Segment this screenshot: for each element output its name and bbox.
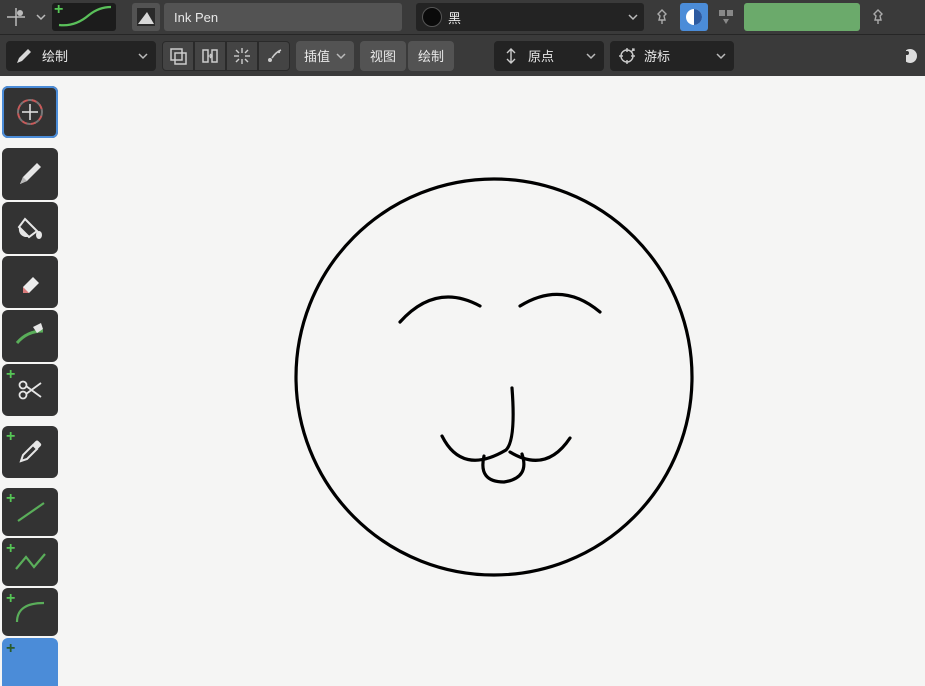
interaction-mode-label: 绘制 xyxy=(42,46,68,65)
pivot-icon xyxy=(502,47,520,65)
stroke-direction-button[interactable] xyxy=(226,41,258,71)
tool-polyline[interactable]: + xyxy=(2,538,58,586)
tool-tint[interactable] xyxy=(2,310,58,362)
cursor-3d-icon xyxy=(13,95,47,129)
layers-icon xyxy=(168,46,188,66)
pin-icon xyxy=(653,8,671,26)
tool-curve[interactable]: + xyxy=(2,638,58,686)
orientation-label: 游标 xyxy=(644,46,670,65)
tool-sidebar: + + + + + + xyxy=(2,86,58,686)
header-trailing xyxy=(898,3,916,31)
plus-icon: + xyxy=(54,1,63,19)
scissors-icon xyxy=(15,375,45,405)
chevron-down-icon xyxy=(36,12,46,22)
brush-stroke-preview[interactable]: + xyxy=(52,3,116,31)
stroke-placement-icon xyxy=(5,6,27,28)
fill-bucket-icon xyxy=(15,213,45,243)
menu-view-button[interactable]: 视图 xyxy=(360,41,406,71)
tool-line[interactable]: + xyxy=(2,488,58,536)
drawing-face xyxy=(296,179,692,575)
pivot-selector[interactable]: 原点 xyxy=(494,41,604,71)
header-bar-1: + Ink Pen 黑 xyxy=(0,0,925,34)
guides-button[interactable] xyxy=(258,41,290,71)
interpolate-label: 插值 xyxy=(304,46,330,65)
chevron-down-icon xyxy=(336,51,346,61)
eraser-icon xyxy=(15,267,45,297)
interpolate-dropdown[interactable]: 插值 xyxy=(296,41,354,71)
chevron-down-icon xyxy=(586,51,596,61)
pin-color-button[interactable] xyxy=(864,3,892,31)
canvas-viewport[interactable] xyxy=(0,76,925,647)
plus-icon: + xyxy=(6,366,15,384)
tool-cursor[interactable] xyxy=(2,86,58,138)
orientation-selector[interactable]: 游标 xyxy=(610,41,734,71)
tool-arc[interactable]: + xyxy=(2,588,58,636)
material-swatch-icon xyxy=(422,7,442,27)
canvas-option-buttons xyxy=(162,41,290,71)
pin-material-button[interactable] xyxy=(648,3,676,31)
brush-name-field[interactable]: Ink Pen xyxy=(164,3,402,31)
menu-draw-button[interactable]: 绘制 xyxy=(408,41,454,71)
pencil-icon xyxy=(14,46,34,66)
brush-name-text: Ink Pen xyxy=(174,10,218,25)
tool-erase[interactable] xyxy=(2,256,58,308)
brush-curve-icon xyxy=(55,5,113,29)
vertex-color-swatch[interactable] xyxy=(744,3,860,31)
plus-icon: + xyxy=(6,640,15,658)
brush-thumb-icon xyxy=(135,6,157,28)
multiframe-icon xyxy=(200,46,220,66)
material-label: 黑 xyxy=(448,8,461,27)
material-selector[interactable]: 黑 xyxy=(416,3,644,31)
chevron-down-icon xyxy=(716,51,726,61)
pivot-label: 原点 xyxy=(528,46,554,65)
brush-thumbnail[interactable] xyxy=(132,3,160,31)
chevron-down-icon xyxy=(138,51,148,61)
gizmo-icon xyxy=(906,41,924,71)
plus-icon: + xyxy=(6,540,15,558)
plus-icon: + xyxy=(6,490,15,508)
header-bar-2: 绘制 xyxy=(0,34,925,76)
tint-brush-icon xyxy=(13,321,47,351)
tool-eyedropper[interactable]: + xyxy=(2,426,58,478)
tool-fill[interactable] xyxy=(2,202,58,254)
plus-icon: + xyxy=(6,428,15,446)
stroke-placement-button[interactable] xyxy=(2,3,30,31)
interaction-mode-selector[interactable]: 绘制 xyxy=(6,41,156,71)
layers-button[interactable] xyxy=(162,41,194,71)
line-icon xyxy=(12,497,48,527)
gizmo-button-partial[interactable] xyxy=(905,38,925,74)
plus-icon: + xyxy=(6,590,15,608)
circle-half-icon xyxy=(684,7,704,27)
guides-icon xyxy=(264,46,284,66)
cursor-target-icon xyxy=(618,47,636,65)
polyline-icon xyxy=(12,547,48,577)
multiframe-button[interactable] xyxy=(194,41,226,71)
menu-draw-label: 绘制 xyxy=(418,46,444,65)
arc-icon xyxy=(12,597,48,627)
eyedropper-icon xyxy=(15,437,45,467)
stroke-placement-dropdown[interactable] xyxy=(34,3,48,31)
pin-icon xyxy=(869,8,887,26)
pencil-icon xyxy=(15,159,45,189)
color-mode-vertex-button[interactable] xyxy=(712,3,740,31)
menu-view-label: 视图 xyxy=(370,46,396,65)
color-mode-material-button[interactable] xyxy=(680,3,708,31)
tool-draw[interactable] xyxy=(2,148,58,200)
tool-cutter[interactable]: + xyxy=(2,364,58,416)
burst-icon xyxy=(232,46,252,66)
vertex-color-icon xyxy=(716,7,736,27)
chevron-down-icon xyxy=(628,12,638,22)
